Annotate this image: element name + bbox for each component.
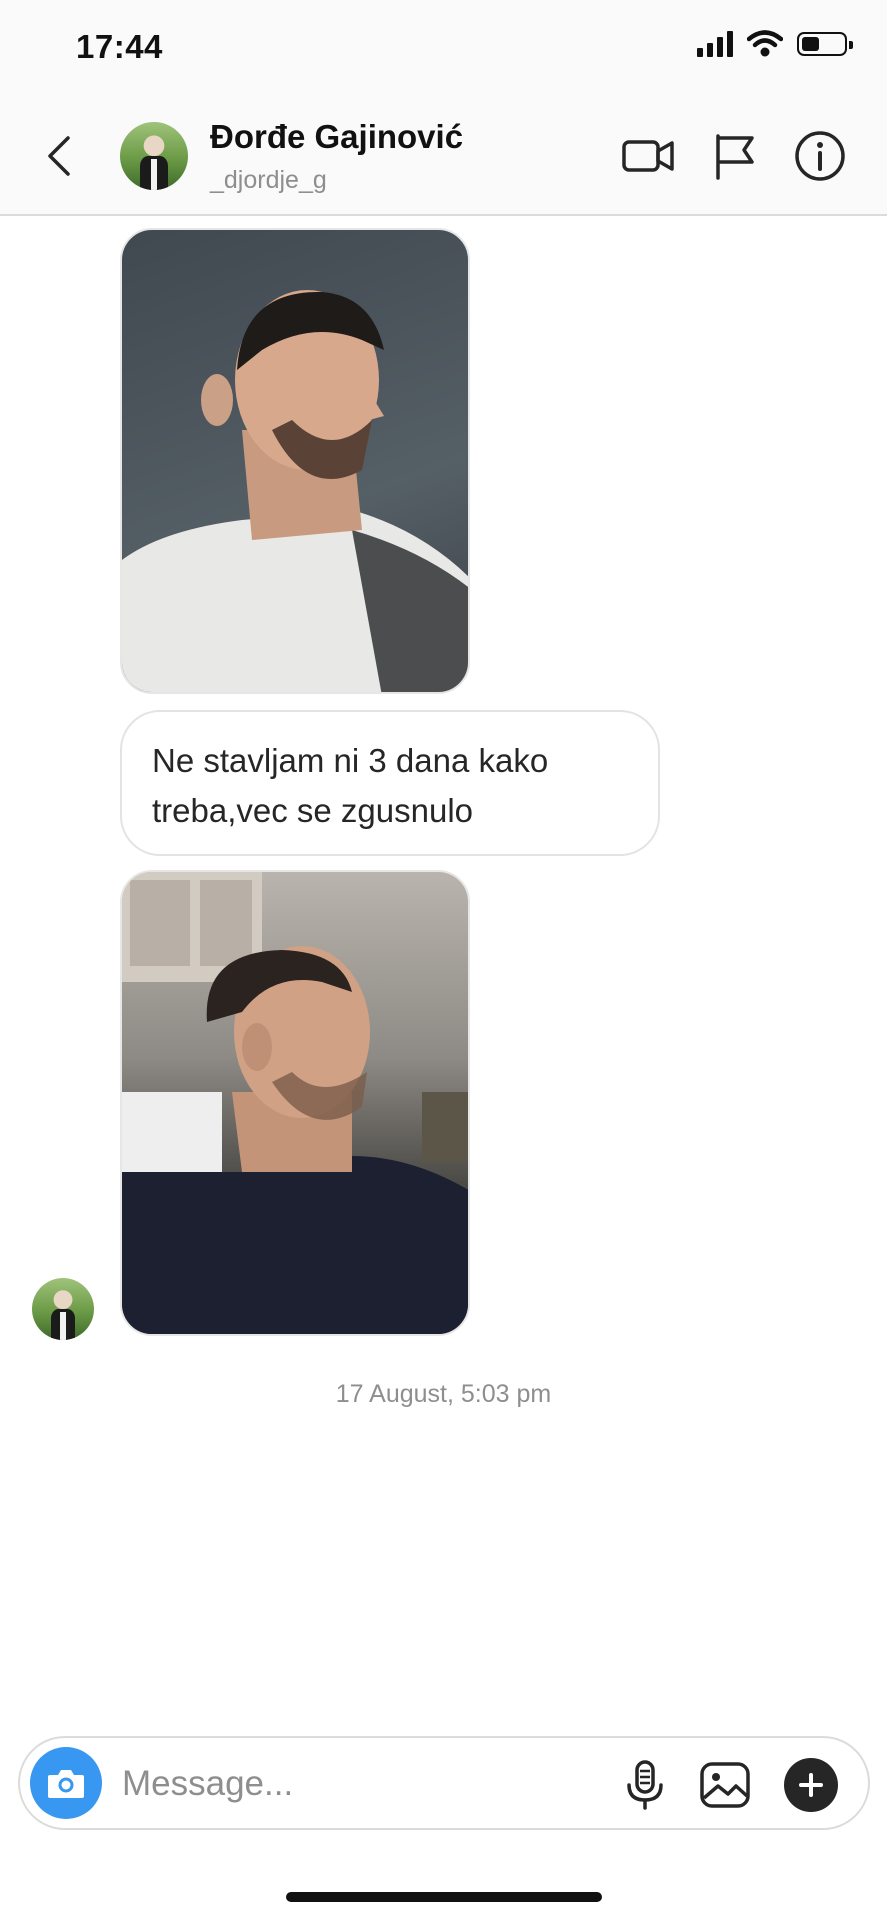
avatar[interactable] bbox=[32, 1278, 94, 1340]
message-bubble[interactable]: Ne stavljam ni 3 dana kako treba,vec se … bbox=[120, 710, 660, 856]
info-icon[interactable] bbox=[792, 130, 848, 182]
photo-message[interactable] bbox=[120, 870, 470, 1336]
microphone-icon[interactable] bbox=[618, 1758, 672, 1812]
contact-name[interactable]: Đorđe Gajinović bbox=[210, 118, 463, 156]
gallery-icon[interactable] bbox=[698, 1758, 752, 1812]
status-time: 17:44 bbox=[76, 28, 163, 65]
message-thread: Ne stavljam ni 3 dana kako treba,vec se … bbox=[0, 216, 887, 1746]
plus-icon bbox=[799, 1773, 823, 1797]
status-icons bbox=[697, 30, 853, 58]
home-indicator bbox=[286, 1892, 602, 1902]
camera-button[interactable] bbox=[30, 1747, 102, 1819]
message-composer bbox=[18, 1736, 870, 1830]
plus-button[interactable] bbox=[784, 1758, 838, 1812]
video-call-icon[interactable] bbox=[620, 130, 676, 182]
wifi-icon bbox=[747, 30, 783, 57]
message-input[interactable] bbox=[120, 1758, 594, 1810]
back-icon[interactable] bbox=[40, 134, 80, 178]
status-bar: 17:44 bbox=[0, 0, 887, 100]
avatar[interactable] bbox=[120, 122, 188, 190]
message-timestamp: 17 August, 5:03 pm bbox=[335, 1380, 552, 1408]
message-text: Ne stavljam ni 3 dana kako treba,vec se … bbox=[152, 742, 549, 829]
photo-message[interactable] bbox=[120, 228, 470, 694]
conversation-header: Đorđe Gajinović _djordje_g bbox=[0, 100, 887, 216]
battery-icon bbox=[797, 32, 853, 56]
photo-image bbox=[122, 290, 468, 692]
camera-icon bbox=[48, 1770, 84, 1798]
signal-icon bbox=[697, 31, 733, 57]
flag-icon[interactable] bbox=[708, 130, 764, 182]
photo-image bbox=[122, 872, 468, 1334]
contact-username[interactable]: _djordje_g bbox=[210, 166, 327, 195]
